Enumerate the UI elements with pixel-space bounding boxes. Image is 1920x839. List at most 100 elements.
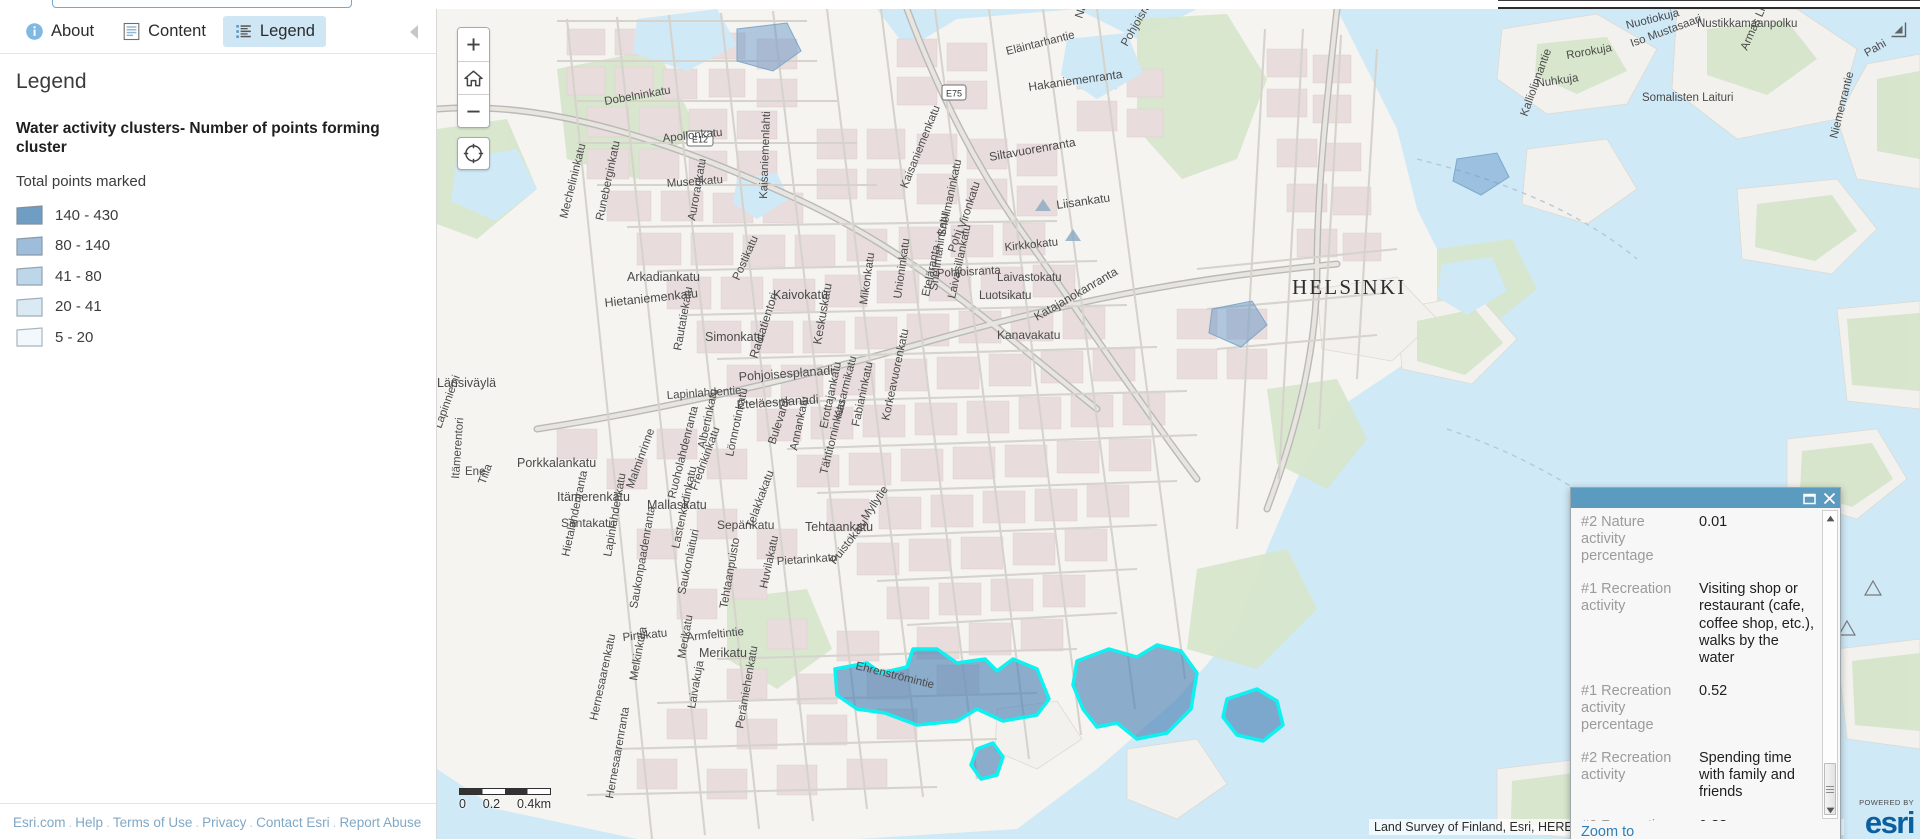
popup-scrollbar[interactable] <box>1822 510 1838 819</box>
footer-link[interactable]: Esri.com <box>13 815 66 830</box>
legend-swatch <box>16 236 43 256</box>
footer-separator: . <box>332 815 337 830</box>
svg-text:Somalisten Laituri: Somalisten Laituri <box>1642 92 1733 104</box>
browser-tab-stub[interactable] <box>52 0 352 8</box>
popup-attribute-row: #2 Recreation activity Spending time with… <box>1581 750 1816 817</box>
esri-logo[interactable]: POWERED BY esri <box>1859 798 1916 839</box>
legend-item-label: 41 - 80 <box>55 267 102 285</box>
zoom-out-button[interactable] <box>458 94 489 127</box>
home-button[interactable] <box>458 61 489 94</box>
tab-legend[interactable]: Legend <box>222 15 326 47</box>
popup-attribute-row: #1 Recreation activity Visiting shop or r… <box>1581 581 1816 683</box>
info-icon <box>25 22 44 41</box>
close-icon[interactable] <box>1823 492 1836 505</box>
legend-item-label: 80 - 140 <box>55 237 111 255</box>
legend-item: 20 - 41 <box>16 292 420 323</box>
footer-separator: . <box>68 815 73 830</box>
footer-separator: . <box>106 815 110 830</box>
popup-attribute-row: #1 Recreation activity percentage 0.52 <box>1581 683 1816 750</box>
footer-link[interactable]: Terms of Use <box>113 815 193 830</box>
panel-footer: Esri.com. Help. Terms of Use. Privacy. Conta… <box>0 803 436 839</box>
chrome-edge-stub-2 <box>1498 7 1920 9</box>
legend-layer-title: Water activity clusters- Number of point… <box>16 120 380 156</box>
popup-attribute-key: #1 Recreation activity <box>1581 581 1672 615</box>
legend-item-label: 20 - 41 <box>55 298 102 316</box>
left-panel: About Content Legend Legend Water activi… <box>0 9 437 839</box>
maximize-icon[interactable] <box>1803 492 1816 505</box>
svg-text:E75: E75 <box>946 89 962 99</box>
tab-legend-label: Legend <box>259 21 315 40</box>
popup-attribute-value: 0.52 <box>1699 682 1728 699</box>
legend-subtitle: Total points marked <box>16 173 147 191</box>
tab-about[interactable]: About <box>14 16 105 47</box>
footer-separator: . <box>195 815 200 830</box>
popup-attribute-table: #2 Nature activity percentage 0.01 #1 Recr… <box>1581 514 1816 821</box>
svg-text:Porkkalankatu: Porkkalankatu <box>517 456 596 470</box>
popup-attribute-row: #2 Recreation activity percentage0.38 <box>1581 818 1816 821</box>
home-icon <box>464 69 483 86</box>
crosshair-icon <box>463 143 484 164</box>
scale-tick-1: 0.2 <box>482 797 501 811</box>
tab-about-label: About <box>51 21 95 40</box>
popup-attribute-value: Visiting shop or restaurant (cafe, coffe… <box>1699 581 1814 666</box>
svg-text:Luotsikatu: Luotsikatu <box>979 290 1031 302</box>
feature-popup[interactable]: #2 Nature activity percentage 0.01 #1 Recr… <box>1570 487 1841 839</box>
svg-text:Merikatu: Merikatu <box>699 646 747 660</box>
legend-item: 80 - 140 <box>16 231 420 262</box>
scale-bar-graphic <box>459 788 551 795</box>
locate-button[interactable] <box>457 137 490 170</box>
panel-tabbar: About Content Legend <box>0 9 436 54</box>
legend-item: 41 - 80 <box>16 261 420 292</box>
popup-attribute-key: #2 Nature activity percentage <box>1581 514 1654 565</box>
footer-links: Esri.com. Help. Terms of Use. Privacy. Conta… <box>13 815 436 830</box>
scale-bar: 0 0.2 0.4km <box>459 788 551 811</box>
legend-swatch <box>16 266 43 287</box>
window-chrome-strip <box>0 0 1920 9</box>
popup-attribute-key: #1 Recreation activity percentage <box>1581 682 1672 734</box>
popup-footer: Zoom to <box>1571 821 1840 839</box>
popup-attribute-value: 0.01 <box>1699 514 1728 530</box>
app-root: About Content Legend Legend Water activi… <box>0 0 1920 839</box>
legend-item: 140 - 430 <box>16 200 420 231</box>
footer-link[interactable]: Privacy <box>202 815 246 830</box>
tab-content-label: Content <box>148 21 206 40</box>
popup-titlebar[interactable] <box>1571 488 1840 508</box>
legend-swatch <box>16 205 43 226</box>
zoom-control-group <box>457 27 490 128</box>
popup-content[interactable]: #2 Nature activity percentage 0.01 #1 Recr… <box>1571 508 1840 821</box>
popup-attribute-key: #2 Recreation activity <box>1581 750 1672 784</box>
footer-link[interactable]: Contact Esri <box>256 815 330 830</box>
legend-item: 5 - 20 <box>16 322 420 353</box>
footer-link[interactable]: Help <box>75 815 103 830</box>
popup-attribute-value: 0.38 <box>1699 818 1816 821</box>
tab-content[interactable]: Content <box>111 16 217 47</box>
map-controls <box>457 27 490 170</box>
legend-list: 140 - 430 80 - 140 41 - 80 20 - 41 5 - 20 <box>16 200 420 353</box>
scale-bar-ticks: 0 0.2 0.4km <box>459 797 551 811</box>
map-view[interactable]: E12 E75 Eläintarhantie Pohjoisranta Haka… <box>437 9 1920 839</box>
legend-icon <box>234 22 253 41</box>
popup-attribute-row: #2 Nature activity percentage 0.01 <box>1581 514 1816 581</box>
scroll-down-arrow[interactable] <box>1823 803 1837 818</box>
svg-text:HELSINKI: HELSINKI <box>1292 275 1406 299</box>
minus-icon <box>467 110 480 112</box>
legend-item-label: 5 - 20 <box>55 328 94 346</box>
chevron-left-icon[interactable] <box>406 23 422 41</box>
popup-attribute-value: Spending time with family and friends <box>1699 750 1795 801</box>
scale-tick-0: 0 <box>459 797 466 811</box>
zoom-to-link[interactable]: Zoom to <box>1581 824 1634 839</box>
legend-panel-body: Legend Water activity clusters- Number o… <box>0 54 436 803</box>
legend-item-label: 140 - 430 <box>55 206 119 224</box>
svg-text:Kanavakatu: Kanavakatu <box>997 328 1060 342</box>
expand-corner-icon[interactable] <box>1889 20 1908 39</box>
footer-separator: . <box>249 815 254 830</box>
svg-text:Arkadiankatu: Arkadiankatu <box>627 270 700 284</box>
scroll-up-arrow[interactable] <box>1823 511 1837 526</box>
legend-swatch <box>16 327 43 348</box>
svg-text:Laivastokatu: Laivastokatu <box>997 272 1062 284</box>
scale-tick-2: 0.4km <box>516 797 551 811</box>
esri-wordmark: esri <box>1864 805 1916 839</box>
page-title: Legend <box>16 70 87 93</box>
footer-link[interactable]: Report Abuse <box>339 815 421 830</box>
zoom-in-button[interactable] <box>458 28 489 61</box>
